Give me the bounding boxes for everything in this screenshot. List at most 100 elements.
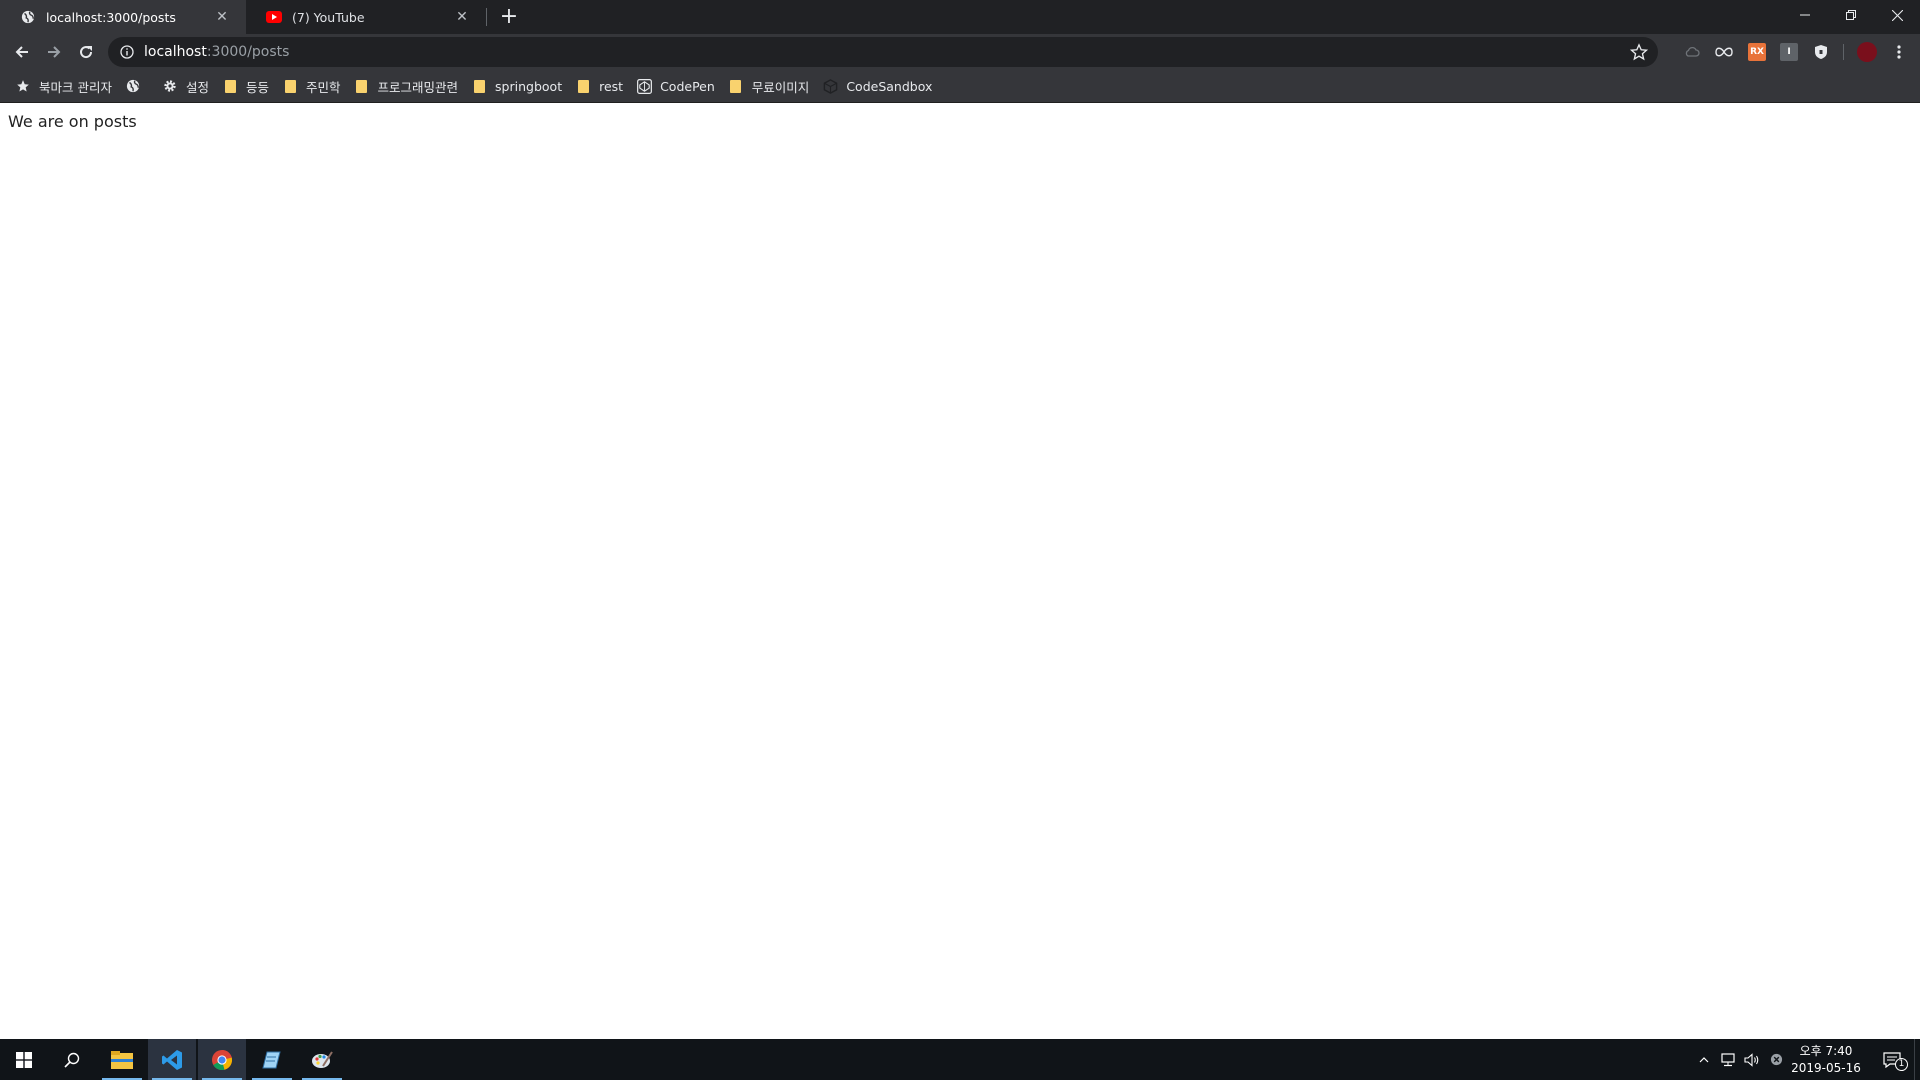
update-status-button[interactable] — [1766, 1039, 1786, 1080]
tab-divider — [486, 8, 487, 26]
folder-icon — [354, 78, 370, 94]
reload-button[interactable] — [72, 38, 100, 66]
star-icon — [15, 78, 31, 94]
tab-youtube[interactable]: (7) YouTube ✕ — [246, 0, 486, 34]
folder-icon — [575, 78, 591, 94]
toolbar-divider — [1843, 44, 1844, 60]
folder-icon — [471, 78, 487, 94]
url-path: :3000/posts — [206, 44, 290, 60]
bookmark-codepen[interactable]: CodePen — [631, 72, 723, 100]
tab-title: localhost:3000/posts — [46, 9, 176, 25]
search-button[interactable] — [48, 1039, 96, 1080]
notification-count-badge: 1 — [1895, 1058, 1908, 1071]
folder-icon — [222, 78, 238, 94]
show-hidden-icons-button[interactable] — [1696, 1039, 1712, 1080]
back-button[interactable] — [8, 38, 36, 66]
bookmark-label: rest — [599, 78, 624, 94]
action-center-button[interactable]: 1 — [1876, 1039, 1908, 1080]
codepen-icon — [636, 78, 652, 94]
folder-icon — [728, 78, 744, 94]
network-icon — [1721, 1052, 1735, 1066]
bookmark-label: springboot — [495, 78, 563, 94]
show-desktop-button[interactable] — [1914, 1039, 1920, 1080]
taskbar-chrome[interactable] — [198, 1039, 246, 1080]
close-tab-icon[interactable]: ✕ — [214, 9, 230, 25]
bookmark-codesandbox[interactable]: CodeSandbox — [817, 72, 940, 100]
bookmark-star-icon[interactable] — [1630, 43, 1648, 61]
bookmark-label: 북마크 관리자 — [39, 79, 112, 95]
file-explorer-icon — [111, 1050, 133, 1069]
info-extension-icon[interactable]: I — [1780, 43, 1798, 61]
bookmark-settings[interactable]: 설정 — [157, 72, 217, 100]
bookmark-label: CodePen — [660, 78, 715, 94]
site-info-icon[interactable] — [118, 43, 136, 61]
bookmark-folder-jumin[interactable]: 주민학 — [277, 72, 349, 100]
volume-button[interactable] — [1742, 1039, 1762, 1080]
clock-time: 오후 7:40 — [1799, 1044, 1853, 1058]
taskbar-clock[interactable]: 오후 7:40 2019-05-16 — [1786, 1043, 1866, 1077]
address-bar[interactable]: localhost:3000/posts — [108, 37, 1658, 67]
cancel-circle-icon — [1770, 1053, 1782, 1066]
restore-icon — [1846, 10, 1856, 20]
clock-date: 2019-05-16 — [1791, 1061, 1861, 1075]
rx-extension-label: RX — [1750, 47, 1764, 57]
tab-localhost-posts[interactable]: localhost:3000/posts ✕ — [0, 0, 246, 34]
url-host: localhost — [144, 44, 207, 60]
bookmark-folder-programming[interactable]: 프로그래밍관련 — [349, 72, 467, 100]
bookmark-manager[interactable]: 북마크 관리자 — [10, 72, 120, 100]
page-body-text: We are on posts — [8, 112, 137, 131]
reload-icon — [80, 46, 93, 59]
taskbar-paint[interactable] — [298, 1039, 346, 1080]
close-tab-icon[interactable]: ✕ — [454, 9, 470, 25]
paint-icon — [312, 1050, 333, 1068]
bookmark-folder-springboot[interactable]: springboot — [466, 72, 570, 100]
bookmark-globe[interactable] — [120, 72, 157, 100]
rx-extension-icon[interactable]: RX — [1748, 43, 1766, 61]
folder-icon — [282, 78, 298, 94]
infinity-icon[interactable] — [1715, 43, 1733, 61]
bookmarks-bar: 북마크 관리자 설정 등등 주민학 프로그래밍관련 springboot res… — [0, 70, 1920, 103]
profile-avatar[interactable] — [1857, 42, 1877, 62]
menu-more-icon[interactable] — [1890, 43, 1908, 61]
arrow-left-icon — [15, 46, 28, 58]
codesandbox-icon — [822, 78, 838, 94]
tab-strip: localhost:3000/posts ✕ (7) YouTube ✕ + — [0, 0, 1920, 34]
bookmark-label: 설정 — [185, 79, 209, 95]
taskbar-file-explorer[interactable] — [98, 1039, 146, 1080]
restore-button[interactable] — [1828, 0, 1874, 30]
bookmark-folder-etc[interactable]: 등등 — [217, 72, 277, 100]
minimize-icon — [1800, 14, 1810, 16]
minimize-button[interactable] — [1782, 0, 1828, 30]
url-text[interactable]: localhost:3000/posts — [144, 44, 289, 60]
page-viewport: We are on posts — [0, 104, 1920, 1039]
close-icon — [1891, 9, 1903, 21]
info-extension-label: I — [1787, 47, 1791, 57]
bookmark-label: 등등 — [246, 79, 270, 95]
bookmark-label: CodeSandbox — [846, 78, 933, 94]
forward-button[interactable] — [40, 38, 68, 66]
chevron-up-icon — [1699, 1056, 1709, 1062]
browser-toolbar: localhost:3000/posts RX I — [0, 34, 1920, 70]
notepad-icon — [262, 1051, 281, 1068]
bookmark-folder-rest[interactable]: rest — [570, 72, 631, 100]
new-tab-button[interactable]: + — [496, 4, 522, 30]
chrome-icon — [212, 1049, 233, 1070]
gear-icon — [162, 78, 178, 94]
bookmark-folder-free-images[interactable]: 무료이미지 — [723, 72, 818, 100]
taskbar-vscode[interactable] — [148, 1039, 196, 1080]
tab-title: (7) YouTube — [292, 9, 365, 25]
start-button[interactable] — [0, 1039, 48, 1080]
start-icon — [16, 1051, 32, 1068]
shield-extension-icon[interactable] — [1812, 43, 1830, 61]
vscode-icon — [162, 1049, 182, 1070]
volume-icon — [1744, 1052, 1759, 1067]
youtube-icon — [266, 9, 282, 25]
globe-icon — [20, 9, 36, 25]
search-icon — [64, 1052, 80, 1068]
arrow-right-icon — [48, 46, 61, 58]
close-window-button[interactable] — [1874, 0, 1920, 30]
globe-icon — [125, 78, 141, 94]
taskbar-notepad[interactable] — [248, 1039, 296, 1080]
network-button[interactable] — [1718, 1039, 1738, 1080]
cloud-icon[interactable] — [1683, 43, 1701, 61]
